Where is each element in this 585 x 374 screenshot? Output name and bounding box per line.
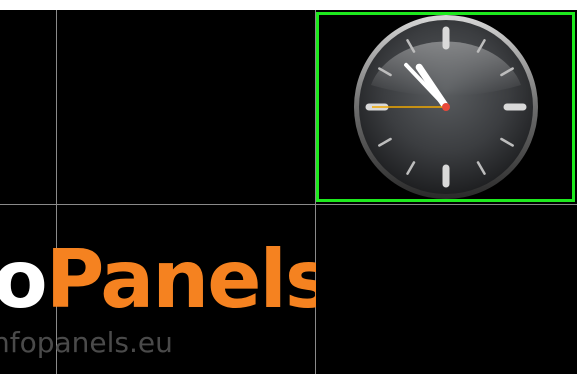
analog-clock	[354, 15, 538, 199]
grid-divider-horizontal	[0, 204, 577, 205]
panel-cell-r1c1[interactable]	[0, 10, 56, 204]
logo-wordmark-white: fo	[0, 238, 48, 326]
logo-wordmark-orange: Panels	[45, 238, 316, 326]
infopanels-logo: foPanels nfopanels.eu	[0, 238, 316, 368]
window-top-edge	[0, 0, 585, 10]
logo-wordmark: foPanels	[0, 238, 316, 322]
panel-cell-r2c3[interactable]	[316, 205, 577, 374]
logo-url: nfopanels.eu	[0, 326, 173, 359]
panel-cell-r1c2[interactable]	[57, 10, 315, 204]
clock-panel-selected[interactable]	[316, 12, 575, 202]
clock-center-pin	[442, 103, 450, 111]
window-right-edge	[577, 0, 585, 374]
